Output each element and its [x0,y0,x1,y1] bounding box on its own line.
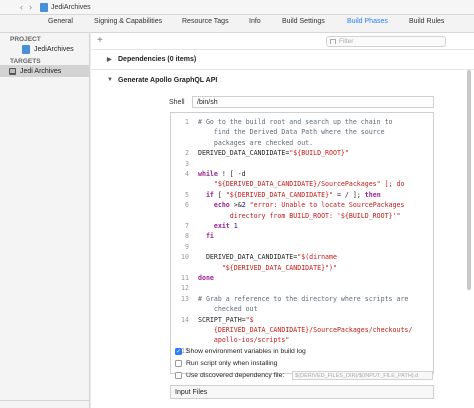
code-text: directory from BUILD_ROOT: '${BUILD_ROOT… [198,211,401,220]
editor-tab-bar: General Signing & Capabilities Resource … [0,15,474,43]
line-number: 2 [185,149,189,158]
sidebar-project-header: PROJECT [10,36,41,43]
discovered-dep-path-field[interactable]: $(DERIVED_FILES_DIR)/$(INPUT_FILE_PATH).… [292,371,434,380]
filter-field[interactable]: Filter [326,36,446,47]
input-files-section[interactable]: Input Files [170,385,434,399]
run-install-checkbox[interactable] [175,360,182,367]
line-number: 4 [185,170,189,178]
code-text: DERIVED_DATA_CANDIDATE="$(dirname [198,253,337,262]
code-text: DERIVED_DATA_CANDIDATE="${BUILD_ROOT}" [198,149,349,158]
dependencies-label: Dependencies (0 items) [118,56,197,63]
code-text: checked out [198,305,258,314]
line-number: 13 [181,294,189,303]
tab-info[interactable]: Info [249,18,261,25]
line-number: 11 [181,274,189,282]
line-number: 3 [185,159,189,168]
line-number: 5 [185,190,189,199]
discovered-dep-checkbox[interactable] [175,372,182,379]
forward-icon[interactable]: › [29,2,32,12]
line-number: 7 [185,222,189,230]
scroll-thumb[interactable] [467,70,471,290]
project-file-icon [40,2,48,12]
tab-build-settings[interactable]: Build Settings [282,18,325,25]
line-number: 8 [185,232,189,241]
code-text: # Go to the build root and search up the… [198,118,393,126]
script-phase-row[interactable]: ▼ Generate Apollo GraphQL API [91,70,474,90]
script-editor[interactable]: 1 # Go to the build root and search up th… [170,112,434,374]
breadcrumb[interactable]: JediArchives [40,2,91,12]
tab-build-rules[interactable]: Build Rules [409,18,444,25]
filter-placeholder: Filter [339,38,354,45]
breadcrumb-project[interactable]: JediArchives [51,4,91,11]
code-text: {DERIVED_DATA_CANDIDATE}/SourcePackages/… [198,326,413,334]
code-text: find the Derived Data Path where the sou… [198,128,385,137]
script-phase-label: Generate Apollo GraphQL API [118,76,218,84]
option-run-install[interactable]: Run script only when installing [175,358,277,369]
code-text: SCRIPT_PATH="$ [198,315,254,324]
sidebar-targets-header: TARGETS [10,58,41,65]
code-text: fi [205,232,214,241]
dependencies-phase-row[interactable]: ▶ Dependencies (0 items) [91,50,474,70]
option-show-env[interactable]: ✓ Show environment variables in build lo… [175,346,306,357]
add-phase-button[interactable]: + [97,35,103,46]
code-text: "${DERIVED_DATA_CANDIDATE}")" [198,263,337,272]
build-phases-editor: + Filter ▶ Dependencies (0 items) ▼ Gene… [91,33,474,408]
shell-input[interactable]: /bin/sh [192,96,434,108]
sidebar-bottom-bar [0,400,90,408]
tab-general[interactable]: General [48,18,73,25]
code-text: "${DERIVED_DATA_CANDIDATE}/SourcePackage… [198,180,405,189]
shell-label: Shell [169,99,185,106]
line-number: 10 [181,253,189,262]
code-text: packages are checked out. [198,138,314,147]
line-number: 6 [185,201,189,210]
sidebar-item-label: Jedi Archives [20,67,62,75]
line-number: 1 [185,118,189,126]
line-number: 12 [181,284,189,293]
option-label: Show environment variables in build log [186,348,306,355]
code-text: # Grab a reference to the directory wher… [198,294,409,303]
navigator-bar: ‹ › JediArchives [0,0,474,15]
code-text: apollo-ios/scripts" [198,336,290,345]
back-icon[interactable]: ‹ [20,2,23,12]
code-text: while ! [ -d [198,170,246,178]
line-number: 14 [181,315,189,324]
filter-icon [330,39,336,44]
tab-build-phases[interactable]: Build Phases [347,18,388,25]
app-target-icon [9,67,16,75]
shell-row: Shell /bin/sh [91,95,474,109]
show-env-checkbox[interactable]: ✓ [175,348,182,355]
tab-signing-capabilities[interactable]: Signing & Capabilities [94,18,162,25]
project-icon [22,44,30,54]
tab-resource-tags[interactable]: Resource Tags [182,18,229,25]
code-text: if [ "${DERIVED_DATA_CANDIDATE}" = / ]; … [205,190,381,199]
project-targets-sidebar: PROJECT JediArchives TARGETS Jedi Archiv… [0,33,90,408]
phases-toolbar: + Filter [91,33,474,50]
sidebar-item-label: JediArchives [34,45,74,53]
history-nav: ‹ › [20,2,32,12]
code-text: echo >&2 "error: Unable to locate Source… [213,201,405,210]
vertical-scrollbar[interactable] [466,50,472,405]
option-label: Run script only when installing [186,360,278,367]
disclosure-expanded-icon[interactable]: ▼ [107,77,114,83]
disclosure-collapsed-icon[interactable]: ▶ [107,56,114,63]
code-text: done [198,274,214,282]
code-text: exit 1 [213,222,238,230]
option-label: Use discovered dependency file: [186,372,285,379]
sidebar-item-target[interactable]: Jedi Archives [0,65,89,77]
input-files-label: Input Files [175,388,208,396]
option-discovered-dep[interactable]: Use discovered dependency file: $(DERIVE… [175,370,434,381]
sidebar-item-project[interactable]: JediArchives [0,43,89,55]
line-number: 9 [185,242,189,251]
